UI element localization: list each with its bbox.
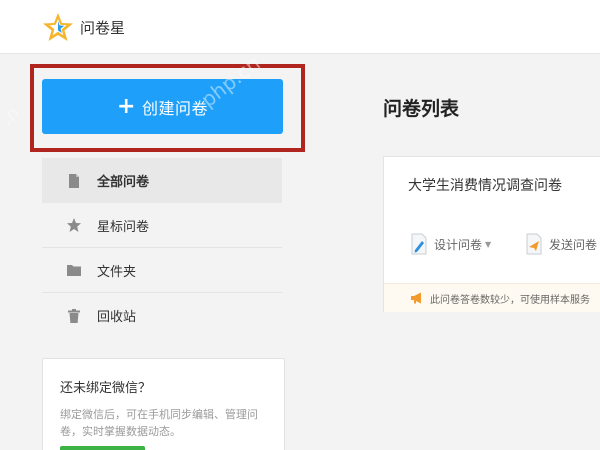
design-survey-label: 设计问卷 [434, 237, 483, 252]
megaphone-icon [411, 292, 421, 304]
sidebar-menu: 全部问卷 星标问卷 文件夹 回收站 [42, 158, 282, 338]
sample-notice: 此问卷答卷数较少，可使用样本服务 [384, 283, 600, 312]
survey-card: 大学生消费情况调查问卷 设计问卷 ▼ 发送问卷 此问卷答卷数较少，可使用样本服务 [383, 156, 600, 312]
page-title: 问卷列表 [383, 98, 460, 120]
trash-icon [68, 308, 80, 323]
design-icon [411, 233, 427, 255]
sidebar-item-label: 回收站 [97, 310, 137, 325]
document-icon [69, 173, 79, 188]
sidebar-item-all-surveys[interactable]: 全部问卷 [42, 158, 282, 203]
wechat-bind-button[interactable] [60, 446, 145, 450]
plus-icon: + [117, 93, 136, 119]
send-icon [526, 233, 542, 255]
chevron-down-icon: ▼ [485, 239, 492, 249]
sidebar-item-trash[interactable]: 回收站 [42, 293, 282, 338]
survey-title[interactable]: 大学生消费情况调查问卷 [408, 175, 562, 195]
sidebar-item-starred[interactable]: 星标问卷 [42, 203, 282, 248]
sidebar-item-folder[interactable]: 文件夹 [42, 248, 282, 293]
create-survey-label: 创建问卷 [141, 98, 208, 118]
create-highlight-box: + 创建问卷 [30, 64, 305, 152]
wechat-bind-title: 还未绑定微信？ [60, 381, 152, 396]
wechat-bind-card: 还未绑定微信？ 绑定微信后，可在手机同步编辑、管理问卷，实时掌握数据动态。 [42, 358, 285, 450]
design-survey-button[interactable]: 设计问卷 ▼ [410, 233, 491, 255]
star-icon [67, 218, 81, 232]
brand-name[interactable]: 问卷星 [80, 17, 125, 38]
star-logo-icon[interactable] [42, 11, 74, 43]
sidebar-item-label: 文件夹 [97, 264, 137, 280]
top-bar: 问卷星 [0, 0, 600, 54]
send-survey-label: 发送问卷 [549, 237, 598, 252]
sidebar-item-label: 星标问卷 [97, 219, 150, 235]
sample-notice-text: 此问卷答卷数较少，可使用样本服务 [430, 294, 590, 306]
watermark-text-left: cn [8, 102, 24, 132]
create-survey-button[interactable]: + 创建问卷 [42, 79, 283, 134]
folder-icon [67, 265, 81, 276]
sidebar-item-label: 全部问卷 [97, 175, 150, 190]
wechat-bind-desc: 绑定微信后，可在手机同步编辑、管理问卷，实时掌握数据动态。 [60, 408, 258, 438]
send-survey-button[interactable]: 发送问卷 [525, 233, 597, 255]
